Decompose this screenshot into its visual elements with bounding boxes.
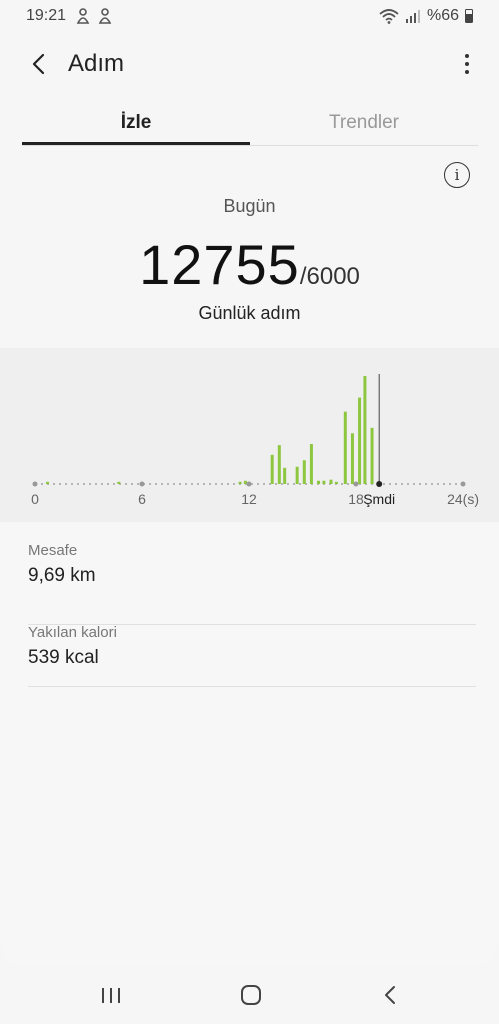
chart-bar: [238, 481, 242, 484]
tab-izle[interactable]: İzle: [22, 100, 250, 145]
more-vertical-icon: [465, 54, 469, 58]
chart-bar: [277, 445, 281, 484]
chart-tick-label: 18: [348, 491, 364, 507]
stat-value: 539 kcal: [28, 647, 99, 668]
chart-bar: [295, 466, 299, 484]
chart-bar: [322, 480, 326, 484]
chart-tick-label: 12: [241, 491, 257, 507]
recent-apps-icon[interactable]: [98, 980, 124, 1010]
stat-value: 9,69 km: [28, 565, 96, 586]
chart-bar: [45, 481, 49, 484]
chart-bar: [283, 467, 287, 484]
status-right: %66: [379, 7, 473, 25]
step-count: 12755: [139, 233, 300, 296]
chart-tick-dot: [460, 481, 466, 487]
step-summary: 12755/6000: [0, 232, 499, 297]
chart-svg: 0 6 12 18 24(s) Şmdi: [31, 374, 479, 507]
page-title: Adım: [68, 50, 125, 77]
chart-bar: [370, 427, 374, 484]
hourly-steps-chart[interactable]: 0 6 12 18 24(s) Şmdi: [0, 348, 499, 522]
chart-now-label: Şmdi: [363, 491, 395, 507]
chart-bar: [329, 479, 333, 484]
stat-calories: Yakılan kalori 539 kcal: [28, 624, 476, 687]
chart-tick-dot: [32, 481, 38, 487]
back-icon[interactable]: [378, 980, 404, 1010]
chart-bar: [302, 460, 306, 484]
chart-tick-dot: [246, 481, 252, 487]
date-label: Bugün: [223, 196, 276, 216]
home-icon[interactable]: [238, 980, 264, 1010]
tab-trendler[interactable]: Trendler: [250, 100, 478, 145]
chart-now-dot: [376, 481, 383, 487]
battery-icon: [465, 9, 473, 23]
chart-bar: [358, 397, 362, 484]
app-notification-icon: [76, 8, 90, 24]
stat-label: Mesafe: [28, 542, 78, 559]
battery-percent: %66: [426, 7, 459, 24]
chart-bar: [117, 481, 121, 484]
status-time: 19:21: [26, 7, 67, 24]
chart-bar: [334, 481, 338, 484]
status-bar: 19:21 %66: [0, 0, 499, 32]
stats-card: Mesafe 9,69 km Yakılan kalori 539 kcal: [0, 522, 499, 966]
chart-bar: [343, 411, 347, 484]
app-notification-icon: [98, 8, 112, 24]
stat-label: Yakılan kalori: [28, 624, 117, 641]
step-goal: /6000: [299, 263, 360, 290]
chart-bar: [350, 433, 354, 484]
chart-bar: [270, 454, 274, 484]
back-arrow-icon[interactable]: [26, 50, 54, 78]
chart-tick-label: 6: [138, 491, 146, 507]
chart-tick-dot: [139, 481, 145, 487]
chart-tick-label: 0: [31, 491, 39, 507]
step-caption: Günlük adım: [198, 303, 301, 323]
tab-bar: İzle Trendler: [22, 100, 478, 146]
chart-tick-dot: [353, 481, 359, 487]
chart-bar: [243, 480, 247, 484]
chart-tick-label: 24(s): [447, 491, 479, 507]
app-bar: Adım: [0, 38, 499, 90]
info-icon[interactable]: i: [444, 162, 470, 188]
more-options-button[interactable]: [461, 50, 473, 78]
navigation-bar: [0, 966, 499, 1024]
chart-bar: [309, 444, 313, 484]
stat-distance: Mesafe 9,69 km: [28, 542, 476, 625]
signal-icon: [405, 10, 420, 23]
chart-bar: [363, 376, 367, 484]
chart-bar: [317, 480, 321, 484]
wifi-icon: [379, 9, 399, 24]
